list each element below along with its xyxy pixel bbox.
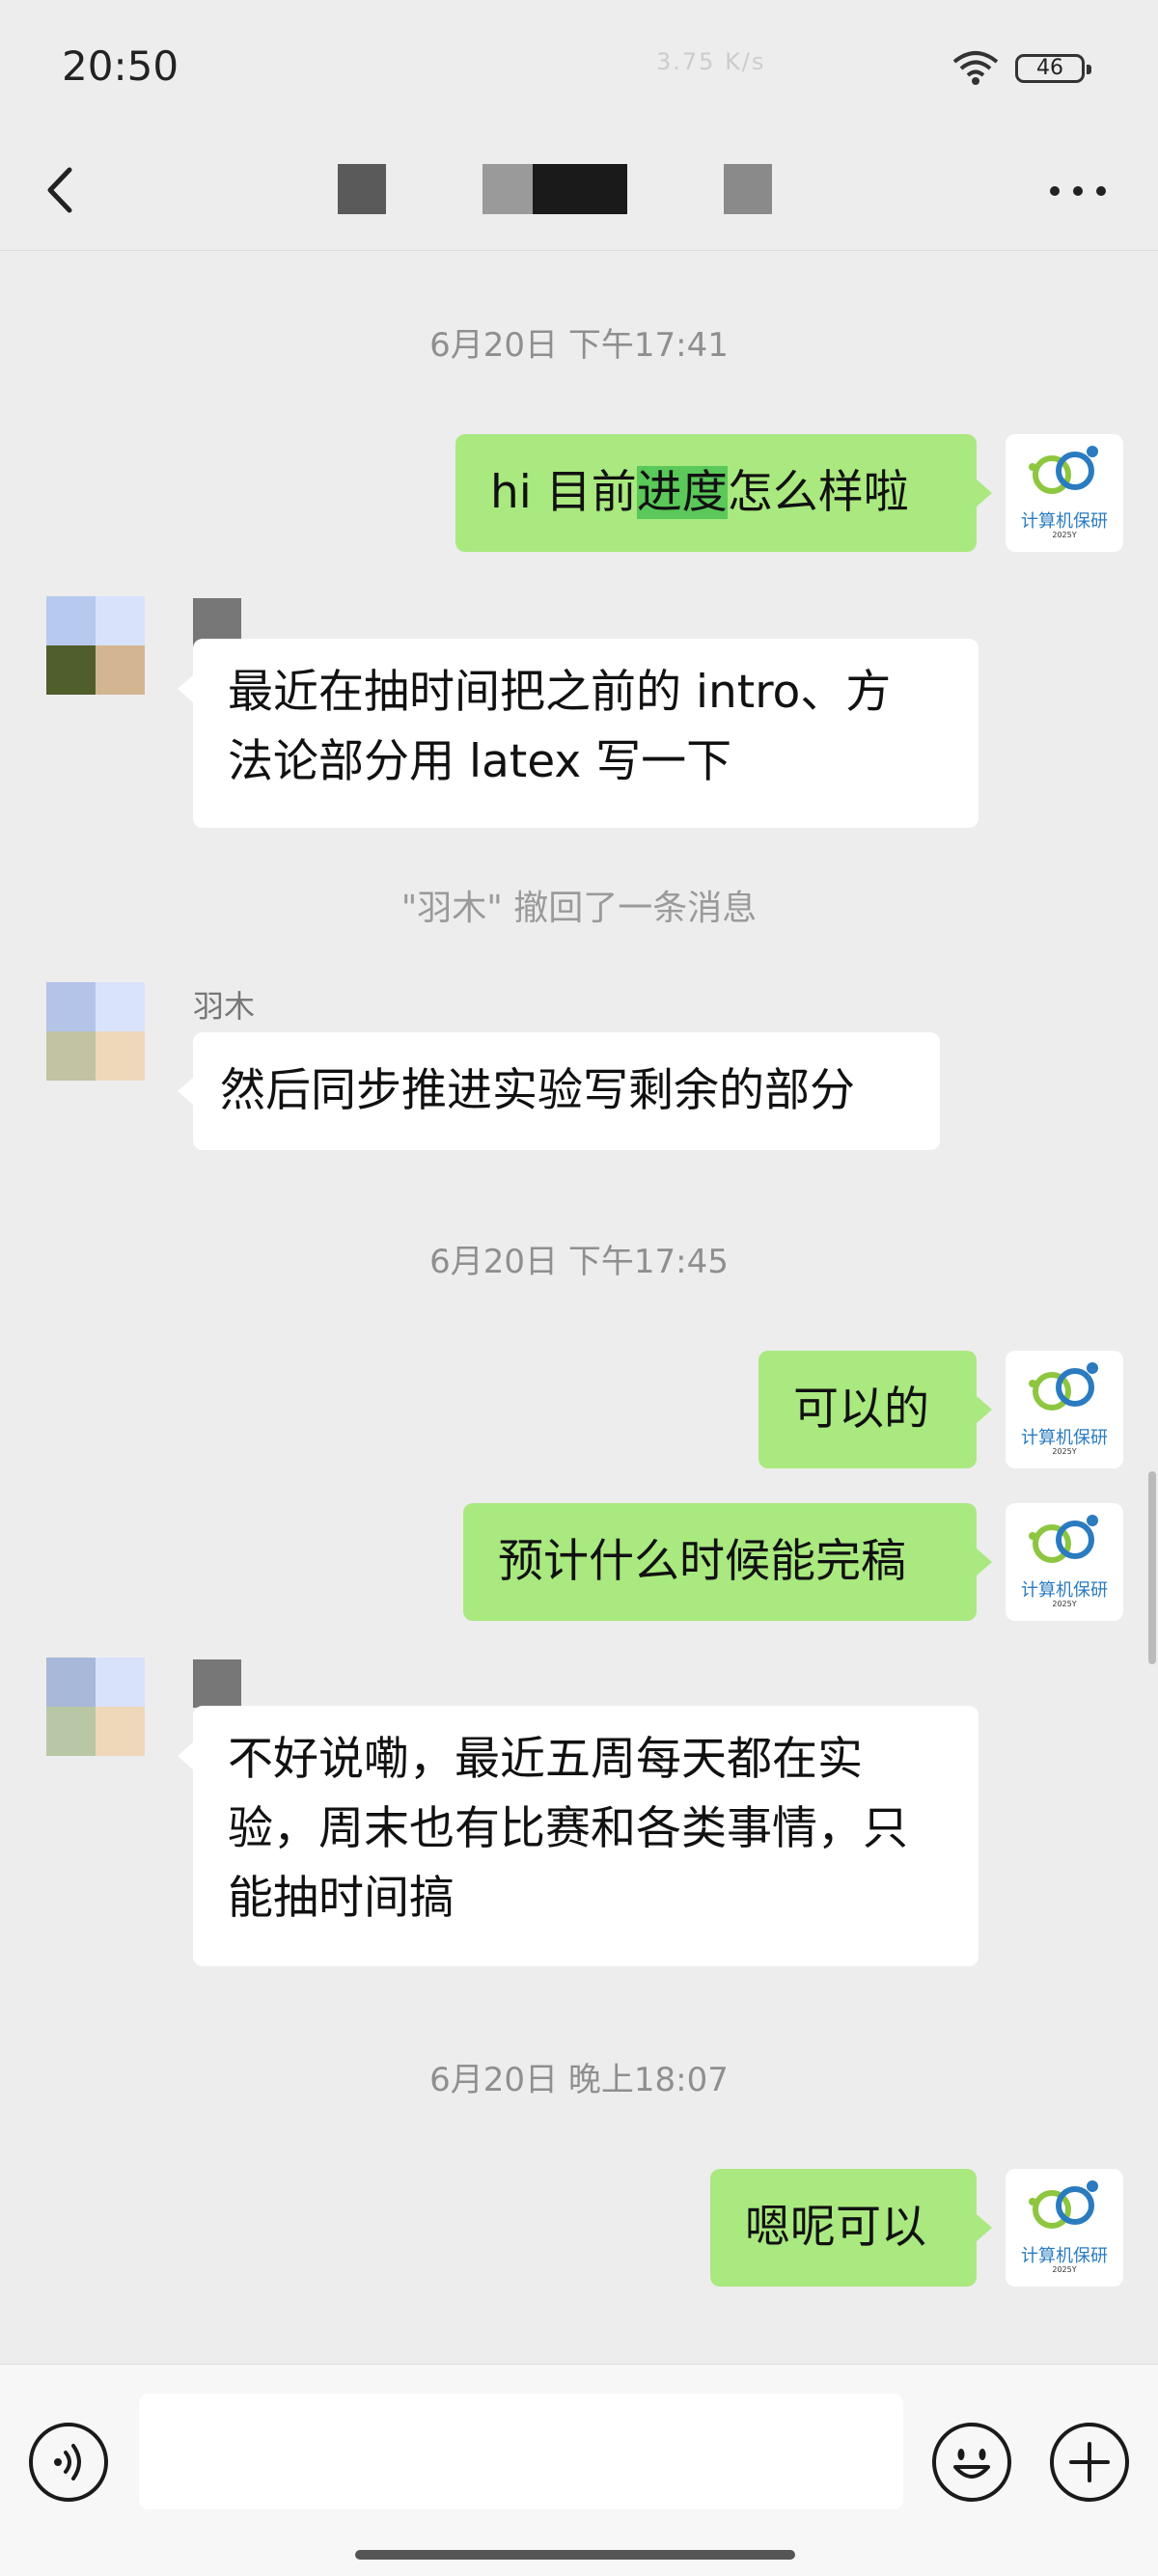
plus-button[interactable]: [1050, 2423, 1129, 2502]
message-bubble-received[interactable]: 然后同步推进实验写剩余的部分: [193, 1032, 940, 1150]
avatar-small-text: 2025Y: [1052, 2265, 1077, 2274]
bubble-tail: [178, 675, 193, 702]
home-indicator[interactable]: [355, 2550, 795, 2560]
logo-icon: [1029, 446, 1098, 494]
network-speed: 3.75 K/s: [656, 48, 766, 75]
message-text: 嗯呢可以: [745, 2201, 926, 2254]
message-bubble-sent[interactable]: hi 目前进度怎么样啦: [455, 434, 977, 552]
scrollbar-thumb[interactable]: [1148, 1471, 1156, 1664]
status-bar: 20:50 3.75 K/s 46: [0, 0, 1158, 135]
message-text: 可以的: [793, 1383, 929, 1436]
avatar[interactable]: 计算机保研 2025Y: [1006, 1351, 1123, 1468]
emoji-icon: [953, 2449, 990, 2479]
recall-notice: "羽木" 撤回了一条消息: [400, 889, 758, 928]
logo-icon: [1029, 2180, 1098, 2229]
message-bubble-sent[interactable]: 可以的: [758, 1351, 977, 1468]
redacted-title-block: [338, 164, 386, 214]
message-text: 验，周末也有比赛和各类事情，只: [228, 1802, 908, 1855]
message-bubble-sent[interactable]: 嗯呢可以: [710, 2169, 977, 2287]
bubble-tail: [977, 2214, 992, 2241]
chat-header: [0, 135, 1158, 251]
message-text: 最近在抽时间把之前的 intro、方: [228, 666, 892, 719]
status-time: 20:50: [62, 42, 179, 90]
voice-icon: [54, 2444, 81, 2480]
avatar[interactable]: [46, 596, 145, 695]
avatar[interactable]: 计算机保研 2025Y: [1006, 2169, 1123, 2287]
redacted-title-block: [533, 164, 627, 214]
redacted-title-block: [482, 164, 533, 214]
message-text: 法论部分用 latex 写一下: [228, 735, 732, 788]
timestamp: 6月20日 下午17:41: [429, 326, 729, 365]
message-text: hi 目前: [490, 466, 637, 519]
highlighted-text: 进度: [636, 466, 728, 519]
bubble-tail: [977, 1396, 992, 1423]
message-bubble-received[interactable]: 不好说嘞，最近五周每天都在实 验，周末也有比赛和各类事情，只 能抽时间搞: [193, 1706, 979, 1966]
message-text: 然后同步推进实验写剩余的部分: [220, 1064, 855, 1117]
message-input[interactable]: [139, 2394, 903, 2509]
avatar-caption: 计算机保研: [1021, 511, 1108, 532]
avatar[interactable]: [46, 982, 145, 1081]
timestamp: 6月20日 下午17:45: [429, 1243, 729, 1281]
bubble-tail: [977, 480, 992, 507]
plus-icon: [1069, 2442, 1110, 2482]
bubble-tail: [178, 1742, 193, 1769]
avatar-small-text: 2025Y: [1052, 531, 1077, 539]
emoji-button[interactable]: [932, 2423, 1011, 2502]
avatar-small-text: 2025Y: [1052, 1600, 1077, 1608]
voice-button[interactable]: [29, 2423, 108, 2502]
avatar[interactable]: 计算机保研 2025Y: [1006, 1503, 1123, 1621]
wifi-icon: [952, 51, 999, 85]
avatar-small-text: 2025Y: [1052, 1447, 1077, 1456]
avatar-caption: 计算机保研: [1021, 1428, 1108, 1448]
message-bubble-received[interactable]: 最近在抽时间把之前的 intro、方 法论部分用 latex 写一下: [193, 639, 979, 828]
message-text: 不好说嘞，最近五周每天都在实: [228, 1733, 863, 1786]
timestamp: 6月20日 晚上18:07: [429, 2061, 729, 2099]
logo-icon: [1029, 1362, 1098, 1411]
message-text: 预计什么时候能完稿: [498, 1535, 906, 1588]
input-bar: [0, 2364, 1158, 2576]
message-text: 能抽时间搞: [228, 1872, 455, 1925]
more-dots-icon[interactable]: [1044, 176, 1112, 205]
avatar[interactable]: 计算机保研 2025Y: [1006, 434, 1123, 552]
logo-icon: [1029, 1515, 1098, 1563]
chat-title: [0, 135, 1158, 251]
message-bubble-sent[interactable]: 预计什么时候能完稿: [463, 1503, 977, 1621]
sender-name: 羽木: [193, 988, 256, 1025]
avatar-caption: 计算机保研: [1021, 2246, 1108, 2266]
avatar[interactable]: [46, 1658, 145, 1756]
bubble-tail: [178, 1078, 193, 1105]
message-text: 怎么样啦: [727, 466, 909, 519]
redacted-sender-name: [193, 1659, 241, 1708]
avatar-caption: 计算机保研: [1021, 1580, 1108, 1601]
bubble-tail: [977, 1548, 992, 1576]
battery-icon: 46: [1015, 54, 1091, 83]
redacted-title-block: [724, 164, 772, 214]
